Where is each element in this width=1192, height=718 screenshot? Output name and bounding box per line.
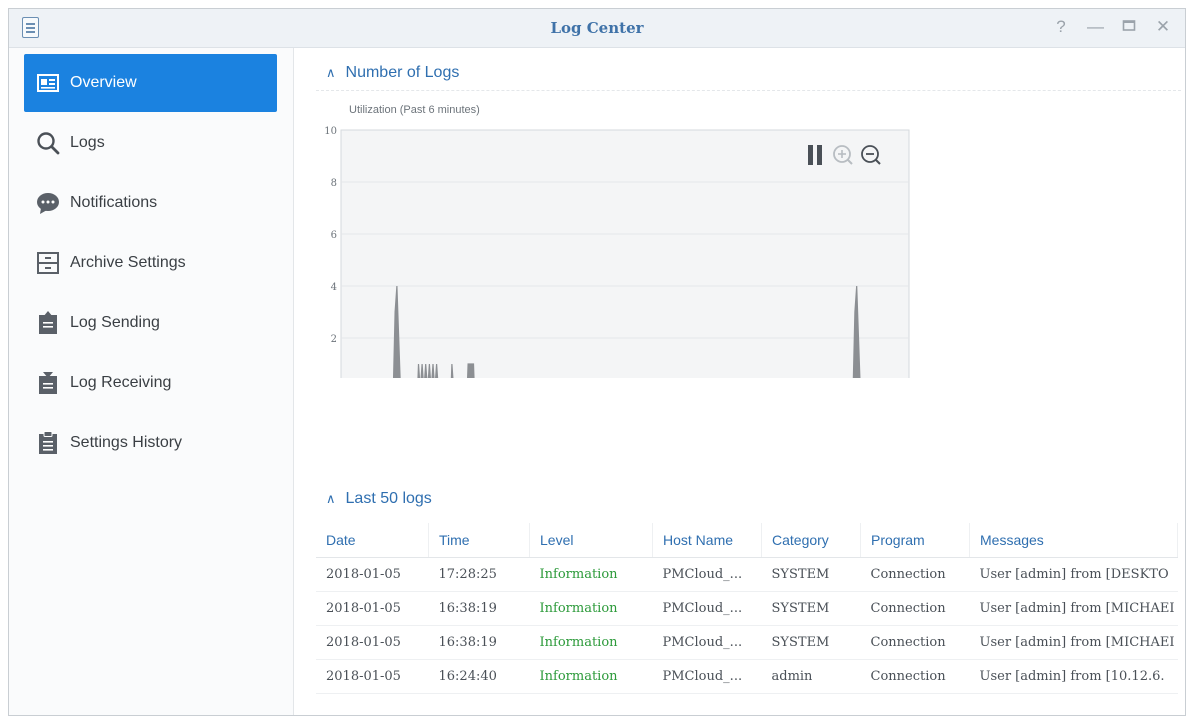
y-tick-label: 6 bbox=[331, 230, 337, 241]
section-title: Last 50 logs bbox=[345, 490, 432, 507]
column-header-host-name[interactable]: Host Name bbox=[652, 523, 762, 558]
sidebar-item-label: Log Sending bbox=[70, 314, 160, 331]
y-tick-label: 2 bbox=[331, 334, 337, 345]
sidebar-item-label: Log Receiving bbox=[70, 374, 172, 391]
cell-date: 2018-01-05 bbox=[316, 625, 429, 660]
section-divider bbox=[316, 90, 1181, 91]
y-tick-label: 10 bbox=[324, 126, 337, 137]
table-row[interactable]: 2018-01-05 16:24:40 Information PMCloud_… bbox=[316, 659, 1178, 694]
cell-host-name: PMCloud_... bbox=[652, 625, 762, 660]
cell-host-name: PMCloud_... bbox=[652, 659, 762, 694]
log-center-window: Log Center ? — ✕ Overview Logs Notificat… bbox=[8, 8, 1186, 716]
cell-program: Connection bbox=[860, 557, 970, 592]
sidebar-item-label: Settings History bbox=[70, 434, 183, 451]
plot-area bbox=[340, 129, 910, 378]
sidebar-item-label: Archive Settings bbox=[70, 254, 186, 271]
cell-level: Information bbox=[529, 659, 653, 694]
sidebar-item-log-receiving[interactable]: Log Receiving bbox=[24, 354, 277, 412]
close-icon[interactable]: ✕ bbox=[1155, 17, 1171, 37]
cell-level: Information bbox=[529, 591, 653, 626]
overview-icon bbox=[36, 71, 60, 95]
search-icon bbox=[36, 131, 60, 155]
cell-program: Connection bbox=[860, 591, 970, 626]
cell-message: User [admin] from [MICHAEI bbox=[969, 625, 1178, 660]
sidebar-item-overview[interactable]: Overview bbox=[24, 54, 277, 112]
column-header-program[interactable]: Program bbox=[860, 523, 970, 558]
cell-category: SYSTEM bbox=[761, 557, 861, 592]
last-logs-header[interactable]: ∧ Last 50 logs bbox=[326, 490, 432, 508]
cell-date: 2018-01-05 bbox=[316, 659, 429, 694]
title-bar[interactable]: Log Center ? — ✕ bbox=[9, 9, 1185, 48]
cell-level: Information bbox=[529, 625, 653, 660]
collapse-caret-icon[interactable]: ∧ bbox=[326, 65, 336, 81]
cell-time: 17:28:25 bbox=[428, 557, 530, 592]
cell-message: User [admin] from [DESKTO bbox=[969, 557, 1178, 592]
sidebar-item-notifications[interactable]: Notifications bbox=[24, 174, 277, 232]
collapse-caret-icon[interactable]: ∧ bbox=[326, 491, 336, 507]
maximize-icon[interactable] bbox=[1121, 17, 1137, 37]
cell-message: User [admin] from [MICHAEI bbox=[969, 591, 1178, 626]
y-tick-label: 4 bbox=[331, 282, 337, 293]
help-icon[interactable]: ? bbox=[1053, 17, 1069, 37]
table-header-row: Date Time Level Host Name Category Progr… bbox=[316, 523, 1178, 558]
cell-level: Information bbox=[529, 557, 653, 592]
cell-category: SYSTEM bbox=[761, 591, 861, 626]
logs-table: Date Time Level Host Name Category Progr… bbox=[316, 523, 1178, 694]
archive-icon bbox=[36, 251, 60, 275]
cell-date: 2018-01-05 bbox=[316, 591, 429, 626]
table-row[interactable]: 2018-01-05 16:38:19 Information PMCloud_… bbox=[316, 625, 1178, 660]
clipboard-upload-icon bbox=[36, 311, 60, 335]
clipboard-list-icon bbox=[36, 431, 60, 455]
table-row[interactable]: 2018-01-05 17:28:25 Information PMCloud_… bbox=[316, 557, 1178, 592]
number-of-logs-header[interactable]: ∧ Number of Logs bbox=[326, 64, 459, 82]
sidebar-item-log-sending[interactable]: Log Sending bbox=[24, 294, 277, 352]
window-controls: ? — ✕ bbox=[1053, 17, 1171, 37]
section-title: Number of Logs bbox=[345, 64, 460, 81]
column-header-category[interactable]: Category bbox=[761, 523, 861, 558]
minimize-icon[interactable]: — bbox=[1087, 17, 1104, 37]
sidebar-item-label: Notifications bbox=[70, 194, 158, 211]
sidebar-item-logs[interactable]: Logs bbox=[24, 114, 277, 172]
sidebar-item-archive-settings[interactable]: Archive Settings bbox=[24, 234, 277, 292]
chart-subtitle: Utilization (Past 6 minutes) bbox=[349, 104, 480, 116]
clipboard-download-icon bbox=[36, 371, 60, 395]
sidebar-item-label: Logs bbox=[70, 134, 105, 151]
cell-host-name: PMCloud_... bbox=[652, 557, 762, 592]
cell-program: Connection bbox=[860, 625, 970, 660]
cell-program: Connection bbox=[860, 659, 970, 694]
cell-host-name: PMCloud_... bbox=[652, 591, 762, 626]
table-row[interactable]: 2018-01-05 16:38:19 Information PMCloud_… bbox=[316, 591, 1178, 626]
column-header-messages[interactable]: Messages bbox=[969, 523, 1178, 558]
column-header-level[interactable]: Level bbox=[529, 523, 653, 558]
sidebar: Overview Logs Notifications Archive Sett… bbox=[9, 48, 294, 715]
cell-date: 2018-01-05 bbox=[316, 557, 429, 592]
cell-category: admin bbox=[761, 659, 861, 694]
cell-category: SYSTEM bbox=[761, 625, 861, 660]
sidebar-item-settings-history[interactable]: Settings History bbox=[24, 414, 277, 472]
sidebar-item-label: Overview bbox=[70, 74, 137, 91]
logs-chart: 024681017:25 pm17:26 pm17:27 pm17:28 pm1… bbox=[324, 126, 910, 378]
cell-time: 16:24:40 bbox=[428, 659, 530, 694]
cell-time: 16:38:19 bbox=[428, 591, 530, 626]
cell-message: User [admin] from [10.12.6. bbox=[969, 659, 1178, 694]
main-content: ∧ Number of Logs Utilization (Past 6 min… bbox=[294, 48, 1185, 715]
window-title: Log Center bbox=[550, 19, 644, 37]
cell-time: 16:38:19 bbox=[428, 625, 530, 660]
column-header-time[interactable]: Time bbox=[428, 523, 530, 558]
y-tick-label: 8 bbox=[331, 178, 337, 189]
column-header-date[interactable]: Date bbox=[316, 523, 429, 558]
chat-bubble-icon bbox=[36, 191, 60, 215]
